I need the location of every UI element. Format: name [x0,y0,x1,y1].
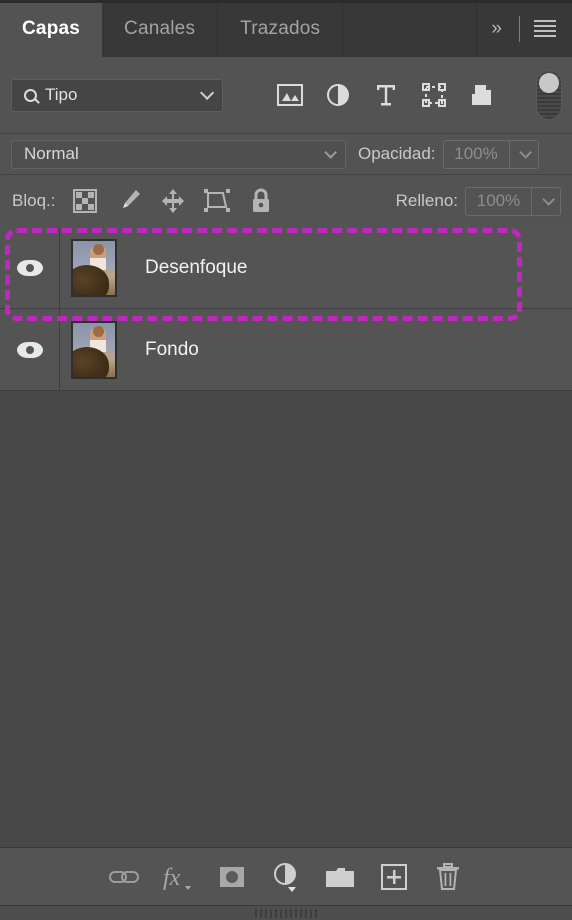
tab-canales[interactable]: Canales [102,0,219,57]
svg-text:fx: fx [163,865,181,891]
blend-mode-row: Normal Opacidad: 100% [0,133,572,174]
lock-transparency-icon[interactable] [63,181,107,221]
tab-capas[interactable]: Capas [0,0,103,57]
eye-icon [16,341,43,358]
panel-tab-strip: Capas Canales Trazados » [0,0,572,57]
layer-visibility-toggle[interactable] [0,309,60,390]
toggle-knob [539,73,559,93]
new-group-button[interactable] [313,855,367,899]
layer-thumbnail-cell[interactable] [60,238,128,297]
delete-layer-button[interactable] [421,855,475,899]
layer-style-button[interactable]: fx [151,855,205,899]
new-adjustment-layer-button[interactable] [259,855,313,899]
layer-visibility-toggle[interactable] [0,227,60,308]
layer-thumbnail [71,238,117,297]
search-icon [24,88,37,102]
tab-canales-label: Canales [124,17,196,39]
table-row[interactable]: Fondo [0,309,572,391]
lock-artboard-icon[interactable] [195,181,239,221]
new-layer-button[interactable] [367,855,421,899]
layer-list: Desenfoque Fondo [0,227,572,847]
chevron-down-icon [519,145,532,159]
layer-thumbnail-cell[interactable] [60,320,128,379]
eye-icon [16,259,43,276]
window-top-edge [0,0,572,3]
panel-menu-icon[interactable] [530,20,560,37]
layer-filter-row: Tipo [0,57,572,133]
chevron-down-icon [541,192,555,206]
fill-input[interactable]: 100% [465,186,531,216]
tab-capas-label: Capas [22,17,81,39]
lock-label: Bloq.: [12,191,56,210]
chevron-down-icon [324,145,337,159]
panel-header-controls: » [477,0,572,57]
fill-stepper[interactable] [531,186,561,216]
adjustment-layer-filter-icon[interactable] [314,75,362,115]
filter-kind-icons [266,75,506,115]
layers-panel: Capas Canales Trazados » Tipo Normal Opa… [0,0,572,920]
grip-bars [255,909,317,918]
table-row[interactable]: Desenfoque [0,227,572,309]
opacity-stepper[interactable] [508,139,539,169]
filter-type-label: Tipo [45,85,78,104]
lock-all-icon[interactable] [239,181,283,221]
lock-image-icon[interactable] [107,181,151,221]
blend-mode-select[interactable]: Normal [11,139,346,169]
layer-name[interactable]: Desenfoque [145,257,247,279]
layer-thumbnail [71,320,117,379]
lock-position-icon[interactable] [151,181,195,221]
pixel-layer-filter-icon[interactable] [266,75,314,115]
chevron-down-icon [200,85,215,100]
lock-icons [63,181,283,221]
layers-bottom-toolbar: fx [0,847,572,906]
fill-label: Relleno: [395,191,458,210]
filter-enable-toggle[interactable] [536,70,562,120]
collapse-chevrons-icon[interactable]: » [487,18,509,40]
opacity-input[interactable]: 100% [442,139,509,169]
tab-strip-spacer [343,0,478,57]
smart-object-filter-icon[interactable] [458,75,506,115]
tab-trazados[interactable]: Trazados [218,0,344,57]
opacity-label: Opacidad: [358,144,436,163]
header-divider [519,15,520,42]
tab-trazados-label: Trazados [240,17,321,39]
panel-resize-grip[interactable] [0,906,572,920]
type-layer-filter-icon[interactable] [362,75,410,115]
filter-type-select[interactable]: Tipo [11,78,223,112]
shape-layer-filter-icon[interactable] [410,75,458,115]
blend-mode-value: Normal [24,144,79,163]
lock-row: Bloq.: Relleno: 100% [0,174,572,227]
add-layer-mask-button[interactable] [205,855,259,899]
link-layers-button[interactable] [97,855,151,899]
layer-name[interactable]: Fondo [145,339,199,361]
